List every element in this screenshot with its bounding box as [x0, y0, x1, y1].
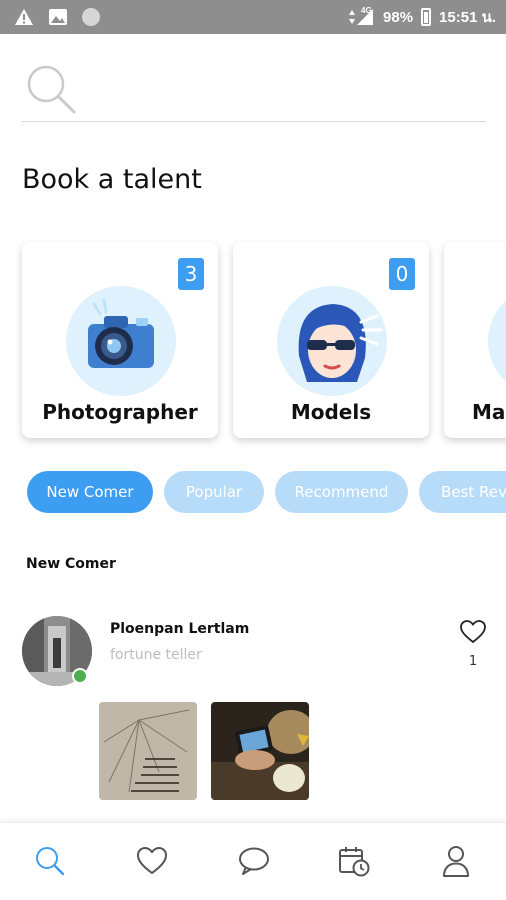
status-right: 4G 98% 15:51 น.	[347, 5, 496, 29]
online-status-indicator	[72, 668, 88, 684]
battery-icon	[421, 8, 432, 26]
chip-recommend[interactable]: Recommend	[275, 471, 408, 513]
chat-bubble-icon[interactable]	[237, 845, 271, 877]
nav-bookings[interactable]	[336, 843, 372, 879]
search-bar[interactable]	[22, 56, 486, 122]
app-notification-icon	[82, 8, 100, 26]
heart-icon[interactable]	[460, 620, 486, 644]
network-type: 4G	[361, 5, 372, 15]
battery-percent: 98%	[383, 8, 414, 26]
chip-popular[interactable]: Popular	[164, 471, 264, 513]
nav-search[interactable]	[32, 843, 68, 879]
camera-illustration	[66, 286, 176, 396]
category-card-photographer[interactable]: 3 Photographer	[22, 242, 218, 438]
nav-favorites[interactable]	[134, 843, 170, 879]
category-label: Mal	[472, 400, 506, 424]
category-card-makeup[interactable]: Mal	[444, 242, 506, 438]
category-label: Photographer	[42, 400, 198, 424]
search-icon[interactable]	[24, 62, 78, 116]
section-subtitle: New Comer	[26, 556, 116, 572]
heart-icon[interactable]	[136, 846, 168, 876]
chip-new-comer[interactable]: New Comer	[27, 471, 153, 513]
status-left-icons	[14, 7, 100, 27]
portfolio-photo[interactable]	[99, 702, 197, 800]
talent-role: fortune teller	[110, 647, 202, 663]
user-icon[interactable]	[440, 844, 472, 878]
search-input[interactable]	[88, 68, 478, 110]
category-label: Models	[290, 400, 372, 424]
like-count: 1	[468, 654, 478, 669]
filter-chips: New Comer Popular Recommend Best Rev	[0, 471, 506, 515]
category-card-models[interactable]: 0 Models	[233, 242, 429, 438]
clock: 15:51 น.	[439, 9, 496, 26]
category-count-badge: 0	[389, 258, 415, 290]
page-title: Book a talent	[22, 164, 202, 195]
image-notification-icon	[49, 9, 67, 25]
model-illustration	[277, 286, 387, 396]
talent-list-item[interactable]: Ploenpan Lertlam fortune teller 1	[22, 616, 486, 806]
talent-name[interactable]: Ploenpan Lertlam	[110, 621, 249, 637]
bottom-navigation	[0, 822, 506, 900]
category-count-badge: 3	[178, 258, 204, 290]
search-icon[interactable]	[34, 845, 66, 877]
category-carousel[interactable]: 3 Photographer 0 Models Ma	[0, 240, 506, 452]
calendar-clock-icon[interactable]	[337, 844, 371, 878]
status-bar: 4G 98% 15:51 น.	[0, 0, 506, 34]
warning-icon	[15, 9, 33, 25]
chip-best-review[interactable]: Best Rev	[419, 471, 506, 513]
nav-profile[interactable]	[438, 843, 474, 879]
portfolio-photo[interactable]	[211, 702, 309, 800]
nav-messages[interactable]	[236, 843, 272, 879]
makeup-illustration	[488, 286, 506, 396]
